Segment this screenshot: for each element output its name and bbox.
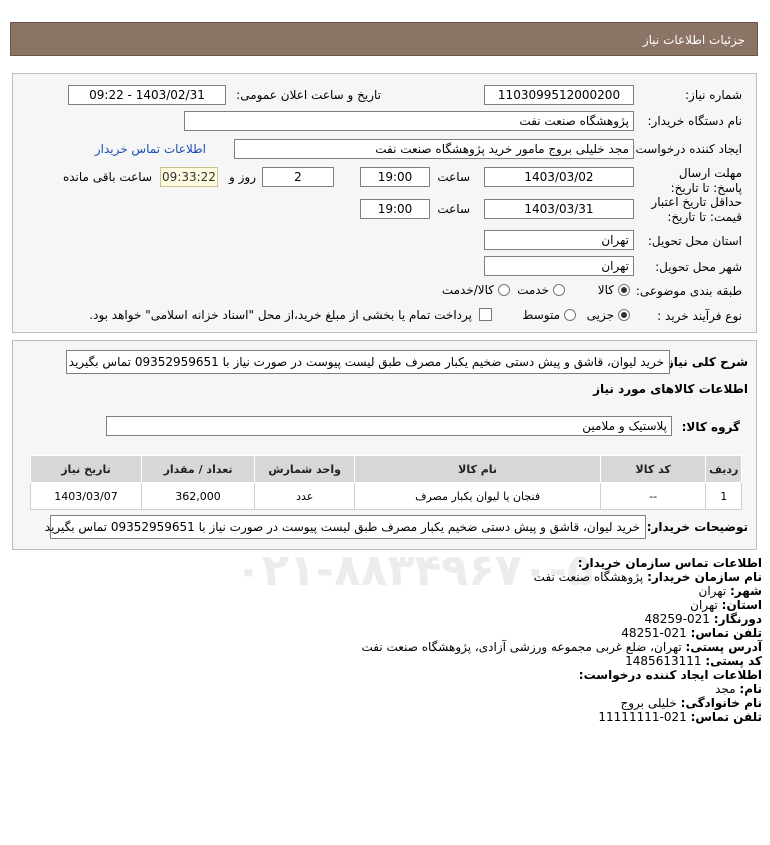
deadline-time-label: ساعت bbox=[437, 170, 470, 184]
goods-table: ردیف کد کالا نام کالا واحد شمارش تعداد /… bbox=[30, 455, 742, 510]
process-option-medium: متوسط bbox=[522, 308, 560, 322]
buyer-notes-label: توضیحات خریدار: bbox=[646, 520, 748, 534]
process-radio-minor[interactable] bbox=[618, 309, 630, 321]
category-option-goods: کالا bbox=[597, 283, 614, 297]
contact-org: نام سازمان خریدار: پژوهشگاه صنعت نفت bbox=[533, 570, 762, 584]
validity-time-label: ساعت bbox=[437, 202, 470, 216]
category-option-goods-service: کالا/خدمت bbox=[441, 283, 494, 297]
days-field: 2 bbox=[262, 167, 334, 187]
category-radio-goods-service[interactable] bbox=[498, 284, 510, 296]
city-field: تهران bbox=[484, 256, 634, 276]
summary-field: خرید لیوان، قاشق و پیش دستی ضخیم یکبار م… bbox=[66, 350, 670, 374]
validity-label: حداقل تاریخ اعتبار قیمت: تا تاریخ: bbox=[651, 195, 742, 224]
contact-title: اطلاعات تماس سازمان خریدار: bbox=[577, 556, 762, 570]
col-quantity: تعداد / مقدار bbox=[140, 455, 256, 483]
process-radio-medium[interactable] bbox=[564, 309, 576, 321]
deadline-time-field: 19:00 bbox=[360, 167, 430, 187]
contact-city: شهر: تهران bbox=[698, 584, 762, 598]
category-radio-service[interactable] bbox=[553, 284, 565, 296]
city-label: شهر محل تحویل: bbox=[655, 260, 742, 274]
process-label: نوع فرآیند خرید : bbox=[657, 309, 742, 323]
contact-phone: تلفن تماس: 021-48251 bbox=[621, 626, 762, 640]
creator-family: نام خانوادگی: خلیلی بروج bbox=[620, 696, 763, 710]
announce-label: تاریخ و ساعت اعلان عمومی: bbox=[236, 88, 381, 102]
province-label: استان محل تحویل: bbox=[647, 234, 742, 248]
cell-name: فنجان یا لیوان یکبار مصرف bbox=[354, 482, 601, 510]
page-title: جزئیات اطلاعات نیاز bbox=[642, 33, 745, 47]
category-label: طبقه بندی موضوعی: bbox=[635, 284, 742, 298]
buyer-label: نام دستگاه خریدار: bbox=[647, 114, 743, 128]
col-row: ردیف bbox=[705, 455, 742, 483]
contact-fax: دورنگار: 021-48259 bbox=[644, 612, 763, 626]
summary-label: شرح کلی نیاز: bbox=[662, 355, 748, 369]
category-radio-goods[interactable] bbox=[618, 284, 630, 296]
buyer-notes-field: خرید لیوان، قاشق و پیش دستی ضخیم یکبار م… bbox=[45, 515, 646, 539]
goods-info-title: اطلاعات کالاهای مورد نیاز bbox=[593, 382, 748, 396]
cell-code: -- bbox=[599, 482, 707, 510]
table-row: 1 -- فنجان یا لیوان یکبار مصرف عدد 362,0… bbox=[30, 482, 742, 510]
contact-postal: کد پستی: 1485613111 bbox=[625, 654, 762, 668]
col-need-date: تاریخ نیاز bbox=[30, 455, 142, 483]
buyer-contact-link[interactable]: اطلاعات تماس خریدار bbox=[95, 142, 206, 156]
process-option-minor: جزیی bbox=[586, 308, 614, 322]
contact-address: آدرس پستی: تهران، ضلع غربی مجموعه ورزشی … bbox=[361, 640, 762, 654]
goods-table-header: ردیف کد کالا نام کالا واحد شمارش تعداد /… bbox=[30, 455, 742, 483]
need-details-panel: شرح کلی نیاز: خرید لیوان، قاشق و پیش دست… bbox=[12, 340, 757, 550]
province-field: تهران bbox=[484, 230, 634, 250]
page-header: جزئیات اطلاعات نیاز bbox=[10, 22, 758, 56]
goods-group-label: گروه کالا: bbox=[681, 420, 740, 434]
need-number-field: 1103099512000200 bbox=[484, 85, 634, 105]
requester-field: مجد خلیلی بروج مامور خرید پژوهشگاه صنعت … bbox=[234, 139, 634, 159]
col-name: نام کالا bbox=[354, 455, 601, 483]
announce-field: 1403/02/31 - 09:22 bbox=[68, 85, 226, 105]
creator-phone: تلفن تماس: 021-11111111 bbox=[598, 710, 762, 724]
buyer-field: پژوهشگاه صنعت نفت bbox=[184, 111, 634, 131]
days-label: روز و bbox=[229, 170, 256, 184]
deadline-label: مهلت ارسال پاسخ: تا تاریخ: bbox=[670, 166, 742, 195]
cell-row: 1 bbox=[705, 482, 742, 510]
requester-label: ایجاد کننده درخواست: bbox=[631, 142, 742, 156]
treasury-payment-note: پرداخت تمام یا بخشی از مبلغ خرید،از محل … bbox=[89, 308, 472, 322]
contact-province: استان: تهران bbox=[690, 598, 762, 612]
deadline-date-field: 1403/03/02 bbox=[484, 167, 634, 187]
remaining-label: ساعت باقی مانده bbox=[62, 170, 152, 184]
creator-title: اطلاعات ایجاد کننده درخواست: bbox=[578, 668, 762, 682]
need-info-panel: شماره نیاز: 1103099512000200 تاریخ و ساع… bbox=[12, 73, 757, 333]
validity-date-field: 1403/03/31 bbox=[484, 199, 634, 219]
need-number-label: شماره نیاز: bbox=[685, 88, 742, 102]
cell-unit: عدد bbox=[254, 482, 356, 510]
cell-quantity: 362,000 bbox=[140, 482, 256, 510]
validity-time-field: 19:00 bbox=[360, 199, 430, 219]
treasury-payment-checkbox[interactable] bbox=[479, 308, 492, 321]
col-unit: واحد شمارش bbox=[254, 455, 356, 483]
category-option-service: خدمت bbox=[517, 283, 549, 297]
creator-name: نام: مجد bbox=[715, 682, 762, 696]
goods-group-field: پلاستیک و ملامین bbox=[106, 416, 672, 436]
cell-need-date: 1403/03/07 bbox=[30, 482, 142, 510]
remaining-time-field: 09:33:22 bbox=[160, 167, 218, 187]
col-code: کد کالا bbox=[599, 455, 707, 483]
